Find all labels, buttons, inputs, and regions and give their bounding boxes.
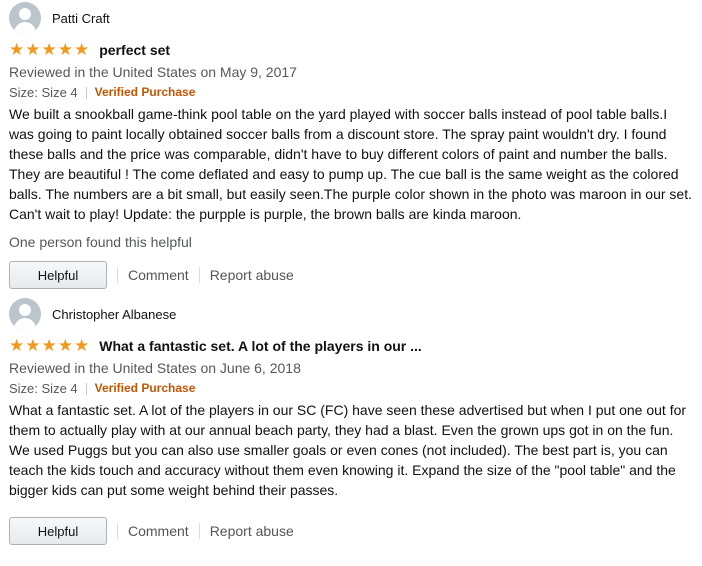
review-title[interactable]: perfect set bbox=[99, 42, 170, 58]
review-card: Christopher Albanese ★ ★ ★ ★ ★ What a fantas… bbox=[0, 298, 702, 566]
verified-badge: Verified Purchase bbox=[94, 85, 196, 99]
review-size: Size: Size 4 bbox=[9, 85, 78, 100]
comment-link[interactable]: Comment bbox=[128, 267, 189, 283]
star-icon: ★ bbox=[74, 39, 90, 60]
verified-badge: Verified Purchase bbox=[94, 381, 196, 395]
star-icon: ★ bbox=[57, 39, 73, 60]
review-title[interactable]: What a fantastic set. A lot of the playe… bbox=[99, 338, 422, 354]
divider bbox=[198, 267, 200, 283]
divider bbox=[117, 523, 118, 539]
review-header: ★ ★ ★ ★ ★ What a fantastic set. A lot of the… bbox=[9, 336, 702, 356]
review-meta: Size: Size 4 Verified Purchase bbox=[9, 380, 702, 397]
review-header: ★ ★ ★ ★ ★ perfect set bbox=[9, 40, 702, 60]
review-text: What a fantastic set. A lot of the playe… bbox=[9, 402, 687, 498]
review-card: Patti Craft ★ ★ ★ ★ ★ perfect set Reviewed i… bbox=[0, 2, 702, 298]
review-date: Reviewed in the United States on May 9, … bbox=[9, 64, 297, 80]
star-rating[interactable]: ★ ★ ★ ★ ★ bbox=[9, 335, 90, 356]
comment-link[interactable]: Comment bbox=[128, 523, 189, 539]
star-icon: ★ bbox=[9, 39, 25, 60]
star-icon: ★ bbox=[57, 335, 73, 356]
star-icon: ★ bbox=[9, 335, 25, 356]
star-icon: ★ bbox=[25, 335, 41, 356]
divider bbox=[85, 86, 87, 99]
helpful-button[interactable]: Helpful bbox=[9, 261, 107, 289]
avatar-icon bbox=[9, 298, 41, 330]
report-abuse-link[interactable]: Report abuse bbox=[210, 267, 294, 283]
star-icon: ★ bbox=[41, 39, 57, 60]
helpful-button[interactable]: Helpful bbox=[9, 517, 107, 545]
divider bbox=[85, 382, 87, 395]
star-icon: ★ bbox=[74, 335, 90, 356]
review-actions: Helpful Comment Report abuse bbox=[9, 260, 702, 290]
avatar-icon bbox=[9, 2, 41, 34]
review-text: We built a snookball game-think pool tab… bbox=[9, 106, 692, 222]
report-abuse-link[interactable]: Report abuse bbox=[210, 523, 294, 539]
divider bbox=[117, 267, 118, 283]
divider bbox=[198, 523, 200, 539]
reviewer-name: Christopher Albanese bbox=[52, 306, 177, 322]
review-meta: Size: Size 4 Verified Purchase bbox=[9, 84, 702, 101]
review-date: Reviewed in the United States on June 6,… bbox=[9, 360, 301, 376]
star-rating[interactable]: ★ ★ ★ ★ ★ bbox=[9, 39, 90, 60]
star-icon: ★ bbox=[25, 39, 41, 60]
reviewer-name: Patti Craft bbox=[52, 10, 110, 26]
review-profile[interactable]: Christopher Albanese bbox=[9, 298, 702, 330]
helpful-count: One person found this helpful bbox=[9, 234, 192, 250]
review-size: Size: Size 4 bbox=[9, 381, 78, 396]
star-icon: ★ bbox=[41, 335, 57, 356]
review-actions: Helpful Comment Report abuse bbox=[9, 516, 702, 546]
review-profile[interactable]: Patti Craft bbox=[9, 2, 702, 34]
